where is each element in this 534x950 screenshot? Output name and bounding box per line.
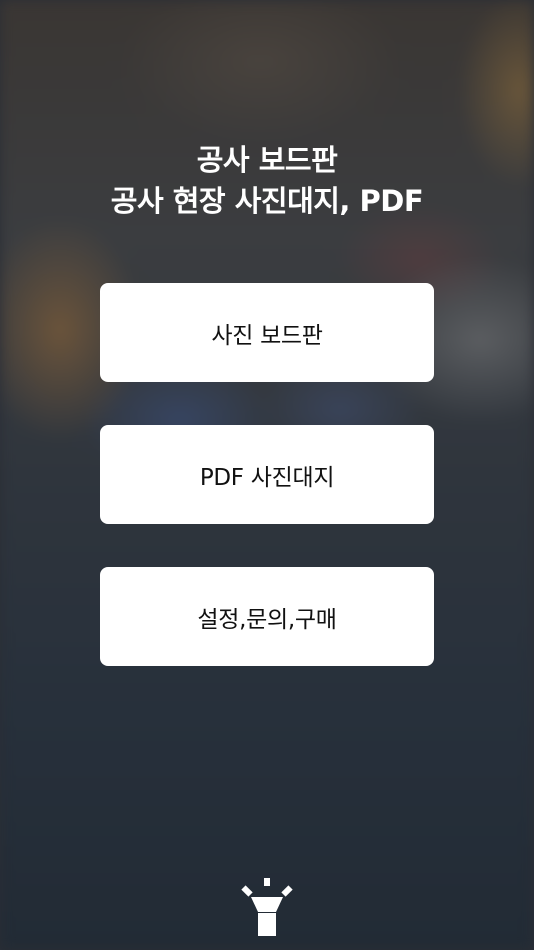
- pdf-photo-sheet-button[interactable]: PDF 사진대지: [100, 425, 434, 524]
- settings-inquiry-purchase-label: 설정,문의,구매: [197, 606, 337, 633]
- settings-inquiry-purchase-button[interactable]: 설정,문의,구매: [100, 567, 434, 666]
- photo-board-button[interactable]: 사진 보드판: [100, 283, 434, 382]
- page-title: 공사 보드판 공사 현장 사진대지, PDF: [0, 140, 534, 222]
- photo-board-label: 사진 보드판: [211, 322, 323, 349]
- page-title-line-2: 공사 현장 사진대지, PDF: [110, 184, 424, 218]
- flashlight-icon[interactable]: [241, 876, 293, 938]
- pdf-photo-sheet-label: PDF 사진대지: [199, 464, 335, 491]
- page-title-line-1: 공사 보드판: [196, 143, 338, 177]
